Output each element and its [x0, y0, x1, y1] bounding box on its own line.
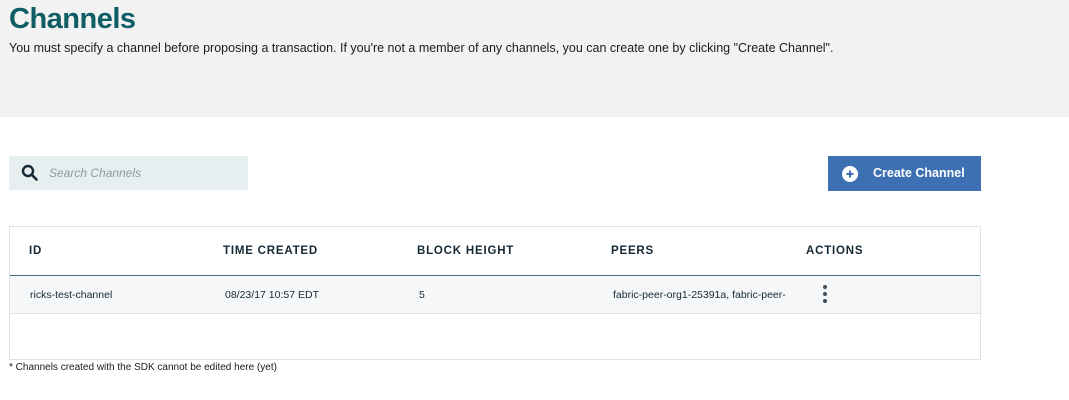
footnote: * Channels created with the SDK cannot b…	[9, 362, 277, 373]
overflow-menu-icon[interactable]	[820, 284, 830, 306]
search-input[interactable]	[49, 156, 239, 190]
create-channel-button[interactable]: Create Channel	[828, 156, 981, 191]
cell-channel-id[interactable]: ricks-test-channel	[30, 289, 112, 301]
column-header-block-height[interactable]: BLOCK HEIGHT	[417, 245, 514, 257]
page-description: You must specify a channel before propos…	[9, 41, 834, 55]
table-header: ID TIME CREATED BLOCK HEIGHT PEERS ACTIO…	[10, 227, 980, 276]
cell-block-height: 5	[419, 289, 425, 301]
page-header: Channels You must specify a channel befo…	[0, 0, 1069, 117]
cell-time-created: 08/23/17 10:57 EDT	[225, 289, 319, 301]
table-row[interactable]: ricks-test-channel 08/23/17 10:57 EDT 5 …	[10, 276, 980, 314]
channels-table: ID TIME CREATED BLOCK HEIGHT PEERS ACTIO…	[9, 226, 981, 360]
search-box[interactable]	[9, 156, 248, 190]
column-header-actions: ACTIONS	[806, 245, 864, 257]
plus-circle-icon	[842, 166, 858, 182]
page-title: Channels	[9, 3, 136, 35]
column-header-id[interactable]: ID	[29, 245, 42, 257]
create-channel-label: Create Channel	[873, 166, 965, 180]
column-header-time-created[interactable]: TIME CREATED	[223, 245, 318, 257]
cell-peers: fabric-peer-org1-25391a, fabric-peer-	[613, 289, 786, 301]
column-header-peers[interactable]: PEERS	[611, 245, 654, 257]
search-icon	[21, 164, 38, 181]
